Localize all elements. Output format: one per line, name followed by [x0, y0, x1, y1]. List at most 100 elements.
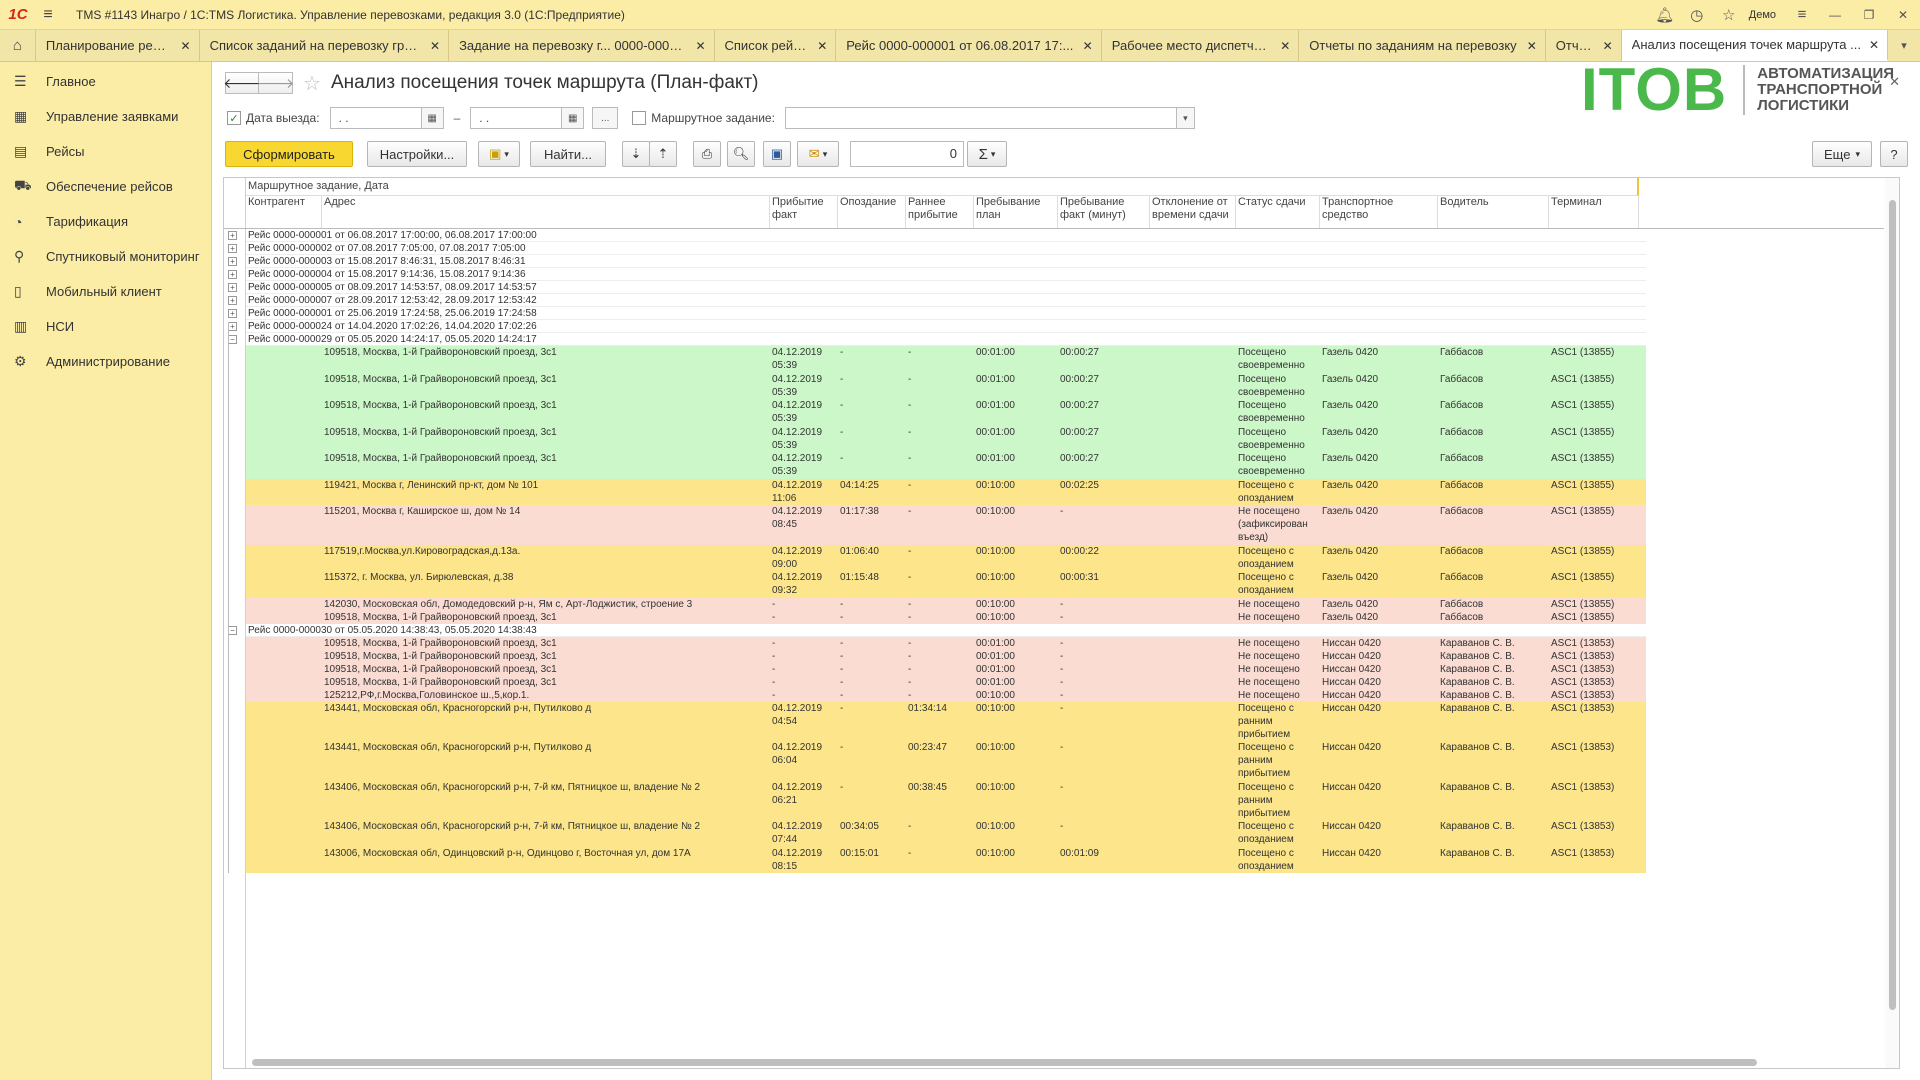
nav-main[interactable]: ☰ Главное: [0, 64, 211, 99]
date-from-input[interactable]: . .: [329, 107, 422, 129]
expand-group-icon[interactable]: +: [228, 244, 237, 253]
close-tab-icon[interactable]: ✕: [1280, 39, 1290, 53]
collapse-group-icon[interactable]: −: [228, 335, 237, 344]
nav-trips[interactable]: ▤ Рейсы: [0, 134, 211, 169]
table-row[interactable]: 143406, Московская обл, Красногорский р-…: [246, 820, 1646, 847]
table-row[interactable]: 115201, Москва г, Каширское ш, дом № 14 0…: [246, 505, 1646, 545]
generate-button[interactable]: Сформировать: [225, 141, 353, 167]
close-form-icon[interactable]: ✕: [1889, 74, 1900, 90]
minimize-icon[interactable]: —: [1818, 8, 1852, 22]
table-row[interactable]: 109518, Москва, 1-й Грайвороновский прое…: [246, 649, 1646, 663]
sum-mode-button[interactable]: Σ ▾: [967, 141, 1007, 167]
trip-group-row[interactable]: + Рейс 0000-000001 от 25.06.2019 17:24:58…: [228, 307, 1646, 320]
table-row[interactable]: 119421, Москва г, Ленинский пр-кт, дом №…: [246, 478, 1646, 505]
collapse-groups-button[interactable]: ⇡: [649, 141, 677, 167]
close-tab-icon[interactable]: ✕: [430, 39, 440, 53]
more-button[interactable]: Еще ▾: [1812, 141, 1872, 167]
tab-0[interactable]: Планирование рейсов ✕: [36, 30, 200, 61]
expand-groups-button[interactable]: ⇣: [622, 141, 650, 167]
trip-group-row[interactable]: + Рейс 0000-000001 от 06.08.2017 17:00:00…: [228, 229, 1646, 242]
trip-group-row[interactable]: + Рейс 0000-000003 от 15.08.2017 8:46:31,…: [228, 255, 1646, 268]
variants-button[interactable]: ▣ ▾: [478, 141, 520, 167]
bell-icon[interactable]: 🔔︎: [1649, 6, 1681, 24]
calendar-from-icon[interactable]: ▦: [421, 107, 444, 129]
close-tab-icon[interactable]: ✕: [181, 39, 191, 53]
close-tab-icon[interactable]: ✕: [817, 39, 827, 53]
back-button[interactable]: 🡐: [223, 72, 261, 94]
table-row[interactable]: 109518, Москва, 1-й Грайвороновский прое…: [246, 399, 1646, 426]
close-window-icon[interactable]: ✕: [1886, 8, 1920, 22]
nav-trip-supply[interactable]: ⛟ Обеспечение рейсов: [0, 169, 211, 204]
close-tab-icon[interactable]: ✕: [1083, 39, 1093, 53]
close-tab-icon[interactable]: ✕: [1603, 39, 1613, 53]
vertical-scroll-thumb[interactable]: [1889, 200, 1896, 1010]
table-row[interactable]: 143406, Московская обл, Красногорский р-…: [246, 780, 1646, 820]
table-row[interactable]: 109518, Москва, 1-й Грайвороновский прое…: [246, 452, 1646, 479]
nav-admin[interactable]: ⚙ Администрирование: [0, 344, 211, 379]
tabs-menu-icon[interactable]: ▾: [1888, 30, 1920, 61]
table-row[interactable]: 143441, Московская обл, Красногорский р-…: [246, 701, 1646, 741]
vertical-scrollbar[interactable]: [1885, 178, 1899, 1068]
table-row[interactable]: 109518, Москва, 1-й Грайвороновский прое…: [246, 372, 1646, 399]
nav-nsi[interactable]: ▥ НСИ: [0, 309, 211, 344]
date-filter-checkbox[interactable]: ✓: [227, 111, 241, 125]
find-button[interactable]: Найти...: [530, 141, 606, 167]
history-icon[interactable]: ◷: [1681, 6, 1713, 24]
expand-group-icon[interactable]: +: [228, 257, 237, 266]
trip-group-row[interactable]: + Рейс 0000-000024 от 14.04.2020 17:02:26…: [228, 320, 1646, 333]
nav-satellite[interactable]: ⚲ Спутниковый мониторинг: [0, 239, 211, 274]
tab-2[interactable]: Задание на перевозку г... 0000-000010 ✕: [449, 30, 715, 61]
table-row[interactable]: 125212,РФ,г.Москва,Головинское ш.,5,кор.…: [246, 688, 1646, 702]
tab-3[interactable]: Список рейсов ✕: [715, 30, 837, 61]
close-tab-icon[interactable]: ✕: [695, 39, 705, 53]
selection-sum-field[interactable]: 0: [850, 141, 964, 167]
trip-group-row[interactable]: + Рейс 0000-000005 от 08.09.2017 14:53:57…: [228, 281, 1646, 294]
expand-group-icon[interactable]: +: [228, 283, 237, 292]
expand-group-icon[interactable]: +: [228, 296, 237, 305]
table-row[interactable]: 115372, г. Москва, ул. Бирюлевская, д.38…: [246, 571, 1646, 598]
table-row[interactable]: 109518, Москва, 1-й Грайвороновский прое…: [246, 675, 1646, 689]
date-to-input[interactable]: . .: [470, 107, 563, 129]
settings-button[interactable]: Настройки...: [367, 141, 467, 167]
nav-mobile[interactable]: ▯ Мобильный клиент: [0, 274, 211, 309]
chevron-down-icon[interactable]: ▾: [1176, 107, 1195, 129]
preview-button[interactable]: 🔍︎: [727, 141, 755, 167]
nav-orders[interactable]: ▦ Управление заявками: [0, 99, 211, 134]
expand-group-icon[interactable]: +: [228, 270, 237, 279]
main-menu-icon[interactable]: ≡: [36, 6, 60, 24]
expand-group-icon[interactable]: +: [228, 231, 237, 240]
collapse-group-icon[interactable]: −: [228, 625, 237, 635]
close-tab-icon[interactable]: ✕: [1869, 38, 1879, 52]
user-name[interactable]: Демо: [1749, 9, 1776, 21]
horizontal-scroll-thumb[interactable]: [252, 1059, 1757, 1066]
route-filter-checkbox[interactable]: [632, 111, 647, 125]
trip-group-row[interactable]: − Рейс 0000-000029 от 05.05.2020 14:24:17…: [228, 333, 1646, 346]
calendar-to-icon[interactable]: ▦: [562, 107, 585, 129]
table-row[interactable]: 109518, Москва, 1-й Грайвороновский прое…: [246, 346, 1646, 373]
nav-tariffs[interactable]: ◔ Тарификация: [0, 204, 211, 239]
table-row[interactable]: 109518, Москва, 1-й Грайвороновский прое…: [246, 425, 1646, 452]
table-row[interactable]: 117519,г.Москва,ул.Кировоградская,д.13а.…: [246, 544, 1646, 571]
settings-menu-icon[interactable]: ≡: [1786, 6, 1818, 23]
report-document[interactable]: Маршрутное задание, Дата Контрагент Адрес…: [223, 177, 1900, 1069]
horizontal-scrollbar[interactable]: [246, 1056, 1886, 1068]
expand-group-icon[interactable]: +: [228, 322, 237, 331]
period-select-button[interactable]: ...: [592, 107, 619, 129]
favorite-star-icon[interactable]: ☆: [303, 71, 321, 96]
table-row[interactable]: 143441, Московская обл, Красногорский р-…: [246, 741, 1646, 781]
close-tab-icon[interactable]: ✕: [1527, 39, 1537, 53]
trip-group-row[interactable]: + Рейс 0000-000002 от 07.08.2017 7:05:00,…: [228, 242, 1646, 255]
favorites-star-icon[interactable]: ☆: [1713, 6, 1745, 24]
send-email-button[interactable]: ✉ ▾: [797, 141, 839, 167]
trip-group-row[interactable]: − Рейс 0000-000030 от 05.05.2020 14:38:43…: [228, 624, 1646, 637]
tab-4[interactable]: Рейс 0000-000001 от 06.08.2017 17:... ✕: [836, 30, 1102, 61]
save-button[interactable]: ▣: [763, 141, 791, 167]
trip-group-row[interactable]: + Рейс 0000-000007 от 28.09.2017 12:53:42…: [228, 294, 1646, 307]
tab-5[interactable]: Рабочее место диспетчера ✕: [1102, 30, 1300, 61]
table-row[interactable]: 109518, Москва, 1-й Грайвороновский прое…: [246, 662, 1646, 676]
expand-group-icon[interactable]: +: [228, 309, 237, 318]
help-button[interactable]: ?: [1880, 141, 1908, 167]
home-icon[interactable]: ⌂: [0, 30, 36, 61]
print-button[interactable]: ⎙: [693, 141, 721, 167]
forward-button[interactable]: 🡒: [257, 72, 294, 94]
